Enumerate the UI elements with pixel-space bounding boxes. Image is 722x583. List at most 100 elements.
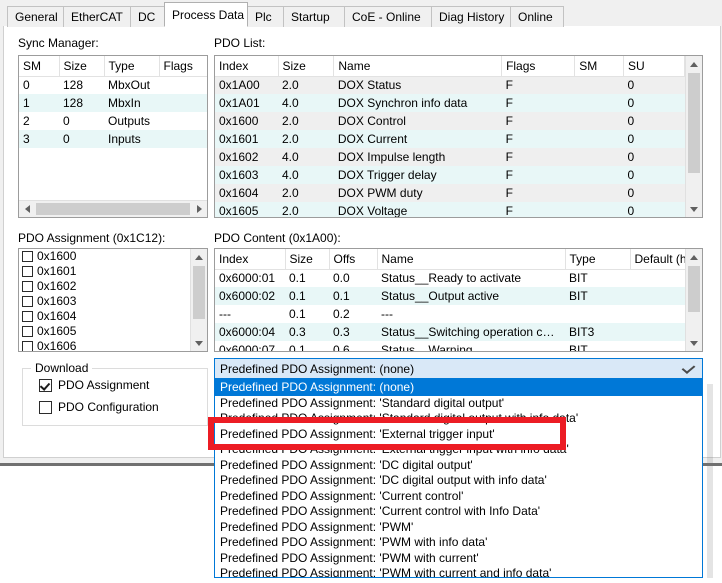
list-item[interactable]: 0x1606 <box>19 339 190 351</box>
scroll-down-icon[interactable] <box>686 335 702 351</box>
vscroll-thumb[interactable] <box>688 73 700 173</box>
table-row[interactable]: 0x1604 2.0 DOX PWM duty F 0 <box>215 184 685 202</box>
tab-plc[interactable]: Plc <box>247 6 284 27</box>
dropdown-option[interactable]: Predefined PDO Assignment: 'DC digital o… <box>215 473 702 489</box>
checkbox-icon[interactable] <box>22 326 33 337</box>
vscroll-thumb[interactable] <box>688 266 700 312</box>
checkbox-icon[interactable] <box>22 311 33 322</box>
pdo-assignment-list[interactable]: 0x1600 0x1601 0x1602 0x1603 0x1604 0x1605 0x16… <box>18 248 208 352</box>
column-header[interactable]: Size <box>285 249 330 270</box>
table-row[interactable]: 3 0 Inputs <box>19 130 207 148</box>
dropdown-option[interactable]: Predefined PDO Assignment: 'External tri… <box>215 442 702 458</box>
tab-coe-online[interactable]: CoE - Online <box>344 6 432 27</box>
tab-startup[interactable]: Startup <box>283 6 345 27</box>
pdo-content-vscrollbar[interactable] <box>685 249 702 351</box>
predefined-pdo-assignment-combobox[interactable]: Predefined PDO Assignment: (none) <box>214 358 703 379</box>
dropdown-option[interactable]: Predefined PDO Assignment: 'DC digital o… <box>215 458 702 474</box>
scroll-left-icon[interactable] <box>19 201 35 217</box>
checkbox-icon[interactable] <box>22 266 33 277</box>
column-header[interactable]: Size <box>59 56 105 77</box>
column-header[interactable]: Type <box>565 249 631 270</box>
checkbox-icon[interactable] <box>22 296 33 307</box>
table-row[interactable]: 0x6000:02 0.1 0.1 Status__Output active BIT <box>215 287 685 305</box>
download-option[interactable]: PDO Configuration <box>39 400 207 414</box>
dropdown-option[interactable]: Predefined PDO Assignment: 'Standard dig… <box>215 396 702 412</box>
tab-dc[interactable]: DC <box>130 6 165 27</box>
column-header[interactable]: Default (h <box>630 249 685 270</box>
column-header[interactable]: Flags <box>501 56 576 77</box>
cell-sm <box>574 94 624 112</box>
cell-index: --- <box>215 305 285 323</box>
hscroll-thumb[interactable] <box>36 203 190 215</box>
pdo-assignment-vscrollbar[interactable] <box>190 249 207 351</box>
chevron-down-icon[interactable] <box>681 360 696 374</box>
column-header[interactable]: Name <box>377 249 566 270</box>
tab-process-data[interactable]: Process Data <box>164 2 248 27</box>
column-header[interactable]: SM <box>19 56 60 77</box>
sync-manager-grid[interactable]: SM Size Type Flags 0 128 MbxOut 1 128 MbxIn 2 0 Out… <box>18 55 208 218</box>
download-option[interactable]: PDO Assignment <box>39 378 207 392</box>
tab-ethercat[interactable]: EtherCAT <box>63 6 131 27</box>
dropdown-option[interactable]: Predefined PDO Assignment: 'PWM with cur… <box>215 566 702 577</box>
table-row[interactable]: --- 0.1 0.2 --- <box>215 305 685 323</box>
column-header[interactable]: SM <box>574 56 624 77</box>
table-row[interactable]: 0x1A00 2.0 DOX Status F 0 <box>215 76 685 94</box>
table-row[interactable]: 0x1A01 4.0 DOX Synchron info data F 0 <box>215 94 685 112</box>
column-header[interactable]: SU <box>623 56 685 77</box>
dropdown-option[interactable]: Predefined PDO Assignment: 'Standard dig… <box>215 411 702 427</box>
column-header[interactable]: Type <box>104 56 160 77</box>
table-row[interactable]: 0x1605 2.0 DOX Voltage F 0 <box>215 202 685 217</box>
list-item[interactable]: 0x1600 <box>19 249 190 264</box>
list-item[interactable]: 0x1603 <box>19 294 190 309</box>
checkbox-icon[interactable] <box>22 281 33 292</box>
pdo-content-grid[interactable]: Index Size Offs Name Type Default (h 0x6000:0… <box>214 248 703 352</box>
dropdown-option[interactable]: Predefined PDO Assignment: 'PWM with cur… <box>215 551 702 567</box>
column-header[interactable]: Name <box>333 56 503 77</box>
checkbox-icon[interactable] <box>22 341 33 351</box>
table-row[interactable]: 0 128 MbxOut <box>19 76 207 94</box>
dropdown-option[interactable]: Predefined PDO Assignment: 'PWM with inf… <box>215 535 702 551</box>
checkbox-icon[interactable] <box>39 378 52 392</box>
scroll-up-icon[interactable] <box>191 249 207 265</box>
scroll-up-icon[interactable] <box>686 249 702 265</box>
list-item[interactable]: 0x1604 <box>19 309 190 324</box>
table-row[interactable]: 1 128 MbxIn <box>19 94 207 112</box>
tab-online[interactable]: Online <box>510 6 564 27</box>
column-header[interactable]: Index <box>215 56 279 77</box>
table-row[interactable]: 0x6000:01 0.1 0.0 Status__Ready to activate… <box>215 269 685 287</box>
table-row[interactable]: 0x1600 2.0 DOX Control F 0 <box>215 112 685 130</box>
dropdown-option[interactable]: Predefined PDO Assignment: 'PWM' <box>215 520 702 536</box>
vscroll-thumb[interactable] <box>193 266 205 319</box>
scroll-right-icon[interactable] <box>191 201 207 217</box>
table-row[interactable]: 0x1603 4.0 DOX Trigger delay F 0 <box>215 166 685 184</box>
list-item[interactable]: 0x1605 <box>19 324 190 339</box>
scroll-down-icon[interactable] <box>191 335 207 351</box>
column-header[interactable]: Offs <box>329 249 378 270</box>
predefined-pdo-assignment-dropdown[interactable]: Predefined PDO Assignment: (none) Predefi… <box>214 379 703 578</box>
table-row[interactable]: 0x1602 4.0 DOX Impulse length F 0 <box>215 148 685 166</box>
sync-manager-hscrollbar[interactable] <box>19 200 207 217</box>
table-row[interactable]: 0x6000:04 0.3 0.3 Status__Switching operati… <box>215 323 685 341</box>
scroll-down-icon[interactable] <box>686 201 702 217</box>
cell-size: 2.0 <box>278 76 334 94</box>
table-row[interactable]: 0x6000:07 0.1 0.6 Status__Warning BIT <box>215 341 685 351</box>
checkbox-icon[interactable] <box>39 400 52 414</box>
table-row[interactable]: 0x1601 2.0 DOX Current F 0 <box>215 130 685 148</box>
cell-su: 0 <box>623 112 685 130</box>
list-item[interactable]: 0x1601 <box>19 264 190 279</box>
tab-diag-history[interactable]: Diag History <box>431 6 511 27</box>
dropdown-option[interactable]: Predefined PDO Assignment: 'Current cont… <box>215 489 702 505</box>
dropdown-option[interactable]: Predefined PDO Assignment: 'External tri… <box>215 427 702 443</box>
list-item[interactable]: 0x1602 <box>19 279 190 294</box>
column-header[interactable]: Size <box>278 56 335 77</box>
checkbox-icon[interactable] <box>22 251 33 262</box>
column-header[interactable]: Index <box>215 249 286 270</box>
tab-general[interactable]: General <box>7 6 64 27</box>
dropdown-option[interactable]: Predefined PDO Assignment: 'Current cont… <box>215 504 702 520</box>
pdo-list-vscrollbar[interactable] <box>685 56 702 217</box>
dropdown-option[interactable]: Predefined PDO Assignment: (none) <box>215 380 702 396</box>
scroll-up-icon[interactable] <box>686 56 702 72</box>
column-header[interactable]: Flags <box>159 56 207 77</box>
pdo-list-grid[interactable]: Index Size Name Flags SM SU 0x1A00 2.0 DOX Stat… <box>214 55 703 218</box>
table-row[interactable]: 2 0 Outputs <box>19 112 207 130</box>
